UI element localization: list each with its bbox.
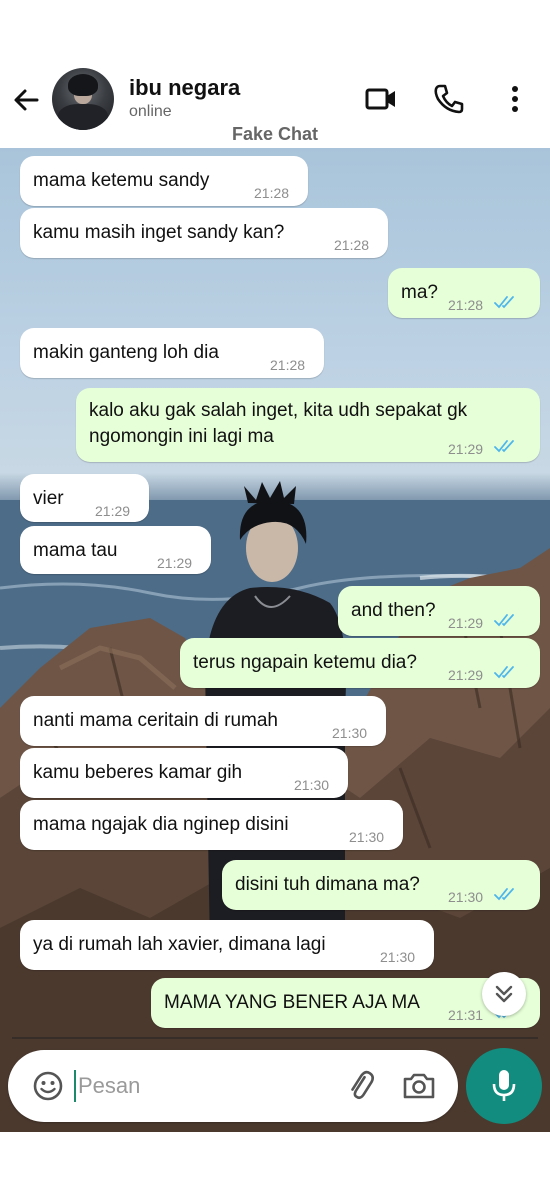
message-time: 21:30 (448, 889, 484, 905)
message-text: disini tuh dimana ma? (235, 874, 420, 895)
chat-header: ibu negara online Fake Chat (0, 60, 550, 148)
read-receipt-icon (494, 614, 514, 627)
bottom-bar (0, 1132, 550, 1199)
incoming-message[interactable]: nanti mama ceritain di rumah 21:30 (20, 696, 386, 746)
message-text: MAMA YANG BENER AJA MA (164, 992, 420, 1013)
incoming-message[interactable]: mama ngajak dia nginep disini 21:30 (20, 800, 403, 850)
outgoing-message[interactable]: kalo aku gak salah inget, kita udh sepak… (76, 388, 540, 462)
double-chevron-down-icon (495, 985, 513, 1003)
message-time: 21:30 (349, 829, 385, 845)
divider (12, 1037, 538, 1039)
text-cursor (74, 1070, 76, 1102)
message-text: nanti mama ceritain di rumah (33, 710, 278, 731)
message-text: ya di rumah lah xavier, dimana lagi (33, 934, 326, 955)
message-time: 21:29 (448, 441, 484, 457)
message-time: 21:31 (448, 1007, 484, 1023)
message-text: mama ngajak dia nginep disini (33, 814, 289, 835)
back-arrow-icon[interactable] (10, 84, 42, 116)
message-text: kalo aku gak salah inget, kita udh sepak… (89, 400, 468, 447)
message-time: 21:28 (270, 357, 306, 373)
message-time: 21:28 (254, 185, 290, 201)
mic-icon (492, 1070, 516, 1101)
incoming-message[interactable]: kamu masih inget sandy kan? 21:28 (20, 208, 388, 258)
contact-name[interactable]: ibu negara (129, 75, 240, 101)
outgoing-message[interactable]: disini tuh dimana ma? 21:30 (222, 860, 540, 910)
attach-icon[interactable] (343, 1068, 379, 1104)
message-input[interactable] (78, 1066, 328, 1106)
read-receipt-icon (494, 888, 514, 901)
read-receipt-icon (494, 296, 514, 309)
emoji-icon[interactable] (32, 1070, 64, 1102)
message-time: 21:30 (332, 725, 368, 741)
message-text: vier (33, 488, 64, 509)
incoming-message[interactable]: mama ketemu sandy 21:28 (20, 156, 308, 206)
camera-icon[interactable] (401, 1068, 437, 1104)
message-text: mama ketemu sandy (33, 170, 210, 191)
outgoing-message[interactable]: MAMA YANG BENER AJA MA 21:31 (151, 978, 540, 1028)
message-time: 21:30 (380, 949, 416, 965)
message-time: 21:29 (95, 503, 131, 519)
incoming-message[interactable]: kamu beberes kamar gih 21:30 (20, 748, 348, 798)
fake-chat-label: Fake Chat (231, 124, 319, 144)
message-text: kamu masih inget sandy kan? (33, 222, 285, 243)
message-time: 21:29 (448, 667, 484, 683)
message-text: ma? (401, 282, 438, 303)
incoming-message[interactable]: makin ganteng loh dia 21:28 (20, 328, 324, 378)
message-time: 21:28 (334, 237, 370, 253)
read-receipt-icon (494, 440, 514, 453)
message-text: makin ganteng loh dia (33, 342, 219, 363)
more-vert-icon[interactable] (500, 82, 530, 116)
incoming-message[interactable]: ya di rumah lah xavier, dimana lagi 21:30 (20, 920, 434, 970)
message-text: mama tau (33, 540, 118, 561)
mic-button[interactable] (466, 1048, 542, 1124)
video-call-icon[interactable] (364, 82, 398, 116)
outgoing-message[interactable]: and then? 21:29 (338, 586, 540, 636)
message-text: terus ngapain ketemu dia? (193, 652, 417, 673)
message-time: 21:30 (294, 777, 330, 793)
message-time: 21:29 (157, 555, 193, 571)
read-receipt-icon (494, 666, 514, 679)
outgoing-message[interactable]: terus ngapain ketemu dia? 21:29 (180, 638, 540, 688)
chat-area[interactable]: mama ketemu sandy 21:28 kamu masih inget s… (0, 148, 550, 1132)
contact-status: online (129, 103, 172, 120)
message-text: kamu beberes kamar gih (33, 762, 243, 783)
incoming-message[interactable]: mama tau 21:29 (20, 526, 211, 574)
outgoing-message[interactable]: ma? 21:28 (388, 268, 540, 318)
message-time: 21:29 (448, 615, 484, 631)
message-text: and then? (351, 600, 436, 621)
phone-icon[interactable] (432, 82, 466, 116)
message-composer (8, 1050, 458, 1122)
avatar[interactable] (52, 68, 114, 130)
message-time: 21:28 (448, 297, 484, 313)
scroll-to-bottom-button[interactable] (482, 972, 526, 1016)
incoming-message[interactable]: vier 21:29 (20, 474, 149, 522)
